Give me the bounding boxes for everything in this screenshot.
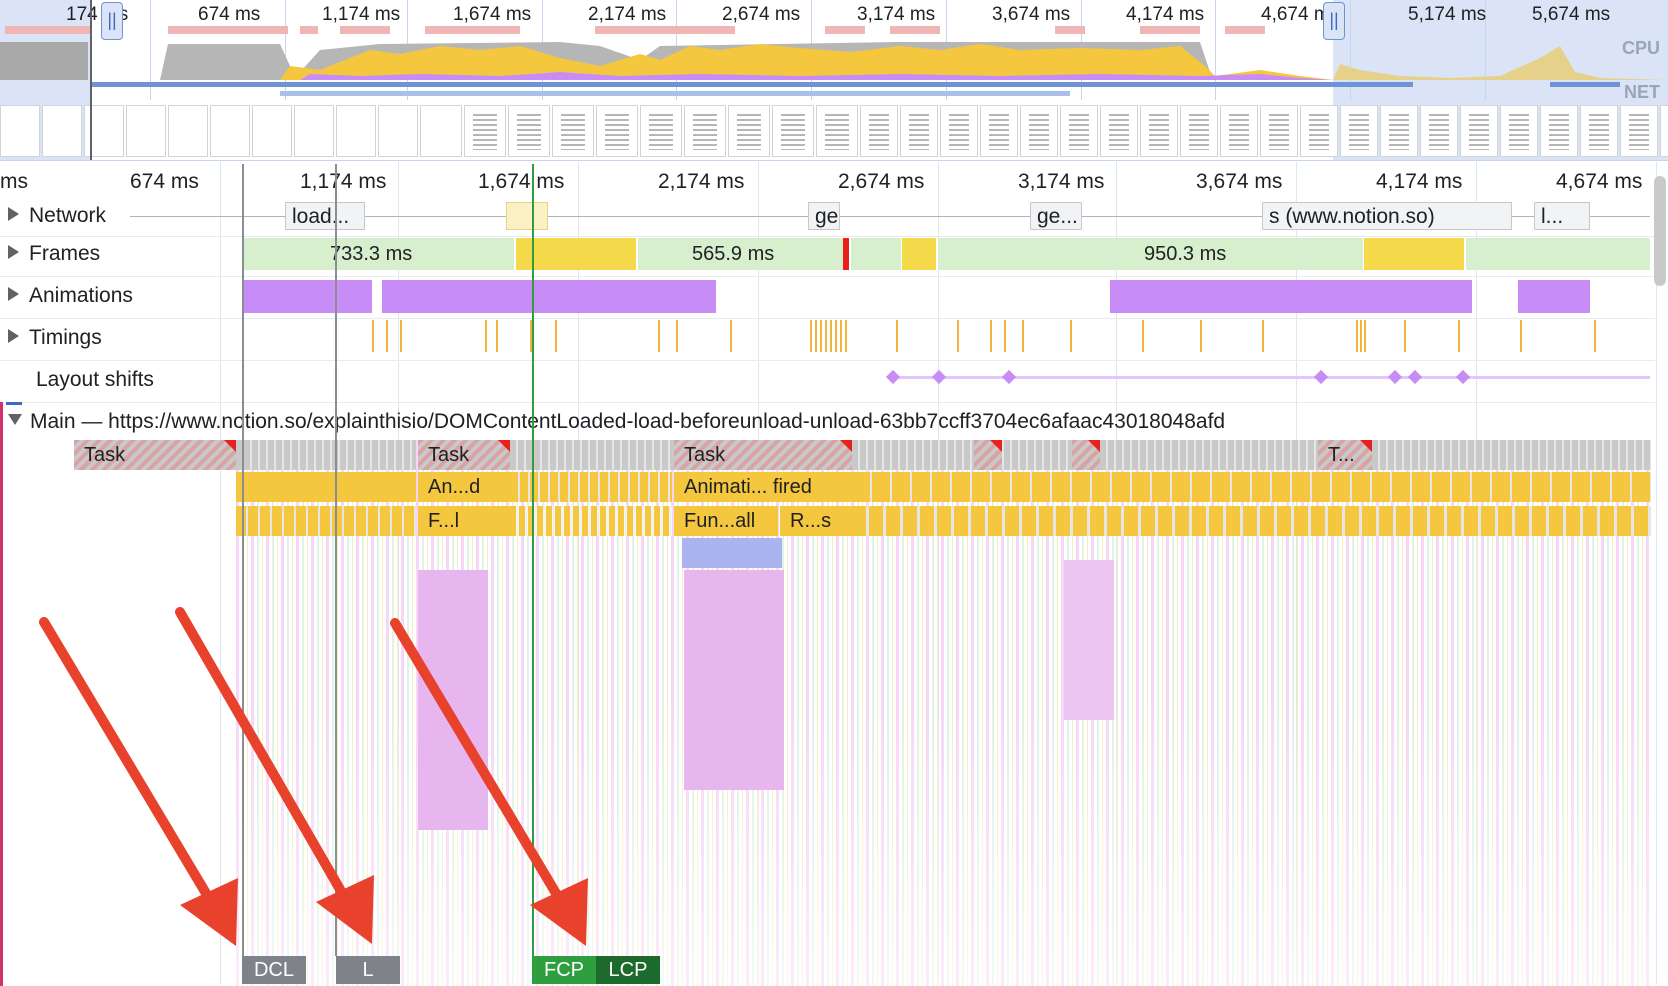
annotation-arrow-fcp [390,618,588,946]
vertical-scrollbar[interactable] [1654,176,1666,286]
annotation-arrows [39,607,588,946]
